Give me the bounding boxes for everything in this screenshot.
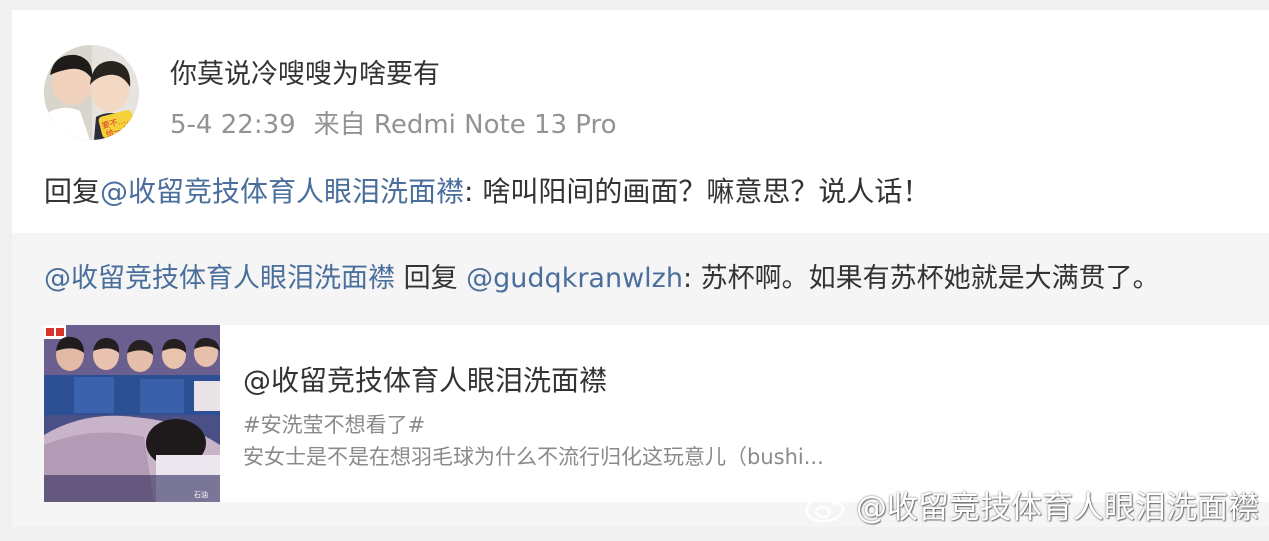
svg-text:石油: 石油 [194, 490, 208, 499]
watermark-text: @收留竞技体育人眼泪洗面襟 [856, 490, 1259, 526]
post-time: 5-4 22:39 [170, 110, 296, 140]
link-card[interactable]: 石油 @收留竞技体育人眼泪洗面襟 #安洗莹不想看了# 安女士是不是在想羽毛球为什… [44, 325, 1269, 502]
watermark: @收留竞技体育人眼泪洗面襟 [804, 482, 1259, 527]
reply-body: : 啥叫阳间的画面？嘛意思？说人话！ [464, 175, 931, 208]
quote-target-mention-link[interactable]: @gudqkranwlzh [466, 263, 683, 294]
weibo-logo-icon [805, 488, 849, 522]
reply-prefix: 回复 [44, 175, 101, 208]
quoted-comment-text: @收留竞技体育人眼泪洗面襟 回复 @gudqkranwlzh: 苏杯啊。如果有苏… [44, 256, 1160, 295]
avatar[interactable]: 要不…… 给一个 [44, 45, 139, 140]
reply-text: 回复@收留竞技体育人眼泪洗面襟: 啥叫阳间的画面？嘛意思？说人话！ [44, 170, 930, 210]
quote-author-mention-link[interactable]: @收留竞技体育人眼泪洗面襟 [44, 263, 395, 294]
username[interactable]: 你莫说冷嗖嗖为啥要有 [170, 52, 440, 91]
link-card-description: 安女士是不是在想羽毛球为什么不流行归化这玩意儿（bushi... [243, 445, 824, 469]
link-card-hashtag[interactable]: #安洗莹不想看了# [243, 409, 425, 439]
comment-card: 要不…… 给一个 你莫说冷嗖嗖为啥要有 5-4 22:39 来自 Redmi No… [12, 10, 1269, 527]
link-card-title[interactable]: @收留竞技体育人眼泪洗面襟 [243, 359, 607, 399]
quote-reply-word: 回复 [395, 263, 467, 294]
thumbnail-image: 石油 [44, 325, 220, 502]
reply-mention-link[interactable]: @收留竞技体育人眼泪洗面襟 [100, 175, 464, 208]
avatar-image: 要不…… 给一个 [44, 45, 139, 140]
link-card-thumbnail: 石油 [44, 325, 220, 502]
post-source: 来自 Redmi Note 13 Pro [313, 110, 617, 140]
post-meta: 5-4 22:39 来自 Redmi Note 13 Pro [170, 104, 617, 141]
quote-body: : 苏杯啊。如果有苏杯她就是大满贯了。 [682, 263, 1160, 294]
